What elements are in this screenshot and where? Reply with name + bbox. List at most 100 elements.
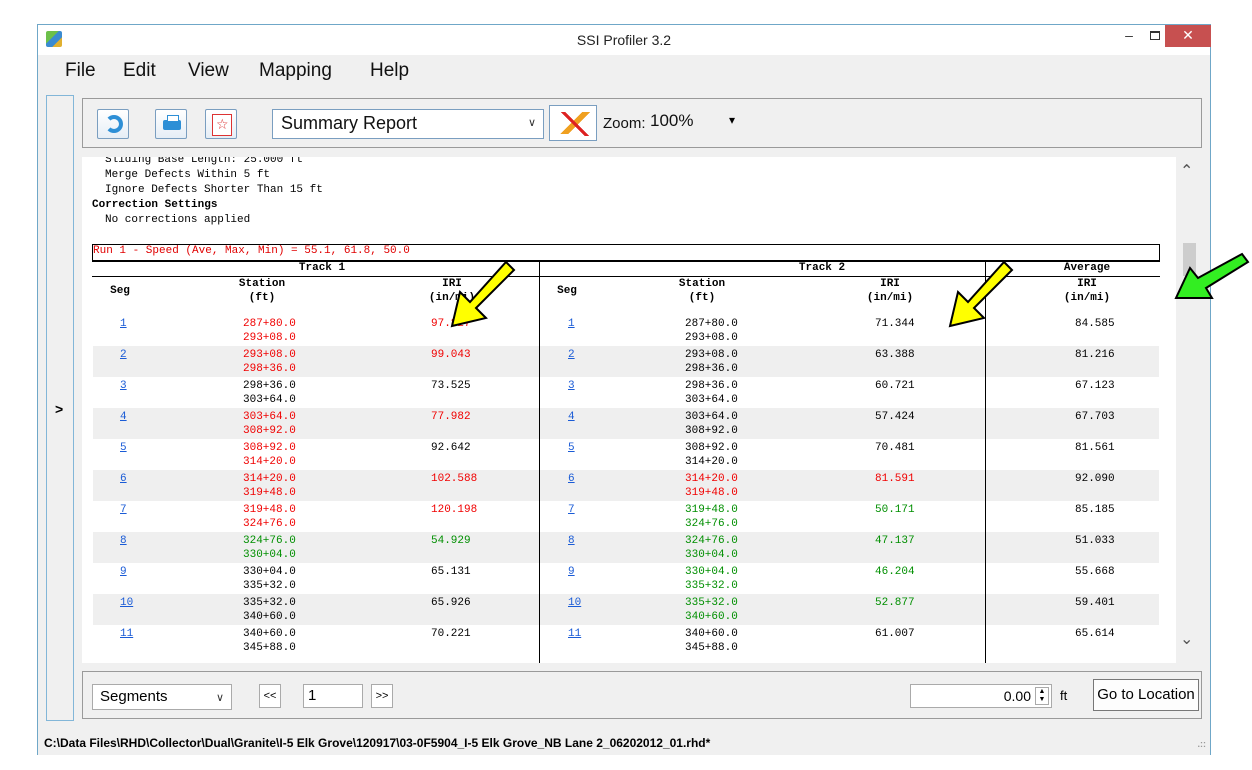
- segment-link[interactable]: 4: [120, 410, 127, 424]
- window-title: SSI Profiler 3.2: [576, 32, 672, 48]
- menu-mapping[interactable]: Mapping: [259, 60, 332, 82]
- report-view[interactable]: Sliding Base Length: 25.000 ft Merge Def…: [82, 157, 1176, 663]
- report-settings-button[interactable]: [549, 105, 597, 141]
- table-row: 9 330+04.0 335+32.0 65.131 9 330+04.0 335+32.0…: [93, 563, 1159, 594]
- segment-link[interactable]: 5: [120, 441, 127, 455]
- segment-link[interactable]: 11: [120, 627, 133, 641]
- track1-station-start: 340+60.0: [243, 628, 296, 640]
- status-bar: C:\Data Files\RHD\Collector\Dual\Granite…: [38, 729, 1210, 755]
- segment-link[interactable]: 6: [120, 472, 127, 486]
- segment-link[interactable]: 1: [568, 317, 575, 331]
- track2-iri: 52.877: [875, 597, 915, 609]
- segment-link[interactable]: 1: [120, 317, 127, 331]
- track2-station-start: 335+32.0: [685, 597, 738, 609]
- segment-link[interactable]: 11: [568, 627, 581, 641]
- menu-help[interactable]: Help: [370, 60, 409, 82]
- track2-station-end: 298+36.0: [685, 363, 738, 375]
- location-value: 0.00: [1003, 688, 1031, 704]
- segment-link[interactable]: 7: [568, 503, 575, 517]
- track2-station-start: 324+76.0: [685, 535, 738, 547]
- segment-link[interactable]: 9: [120, 565, 127, 579]
- table-row: 7 319+48.0 324+76.0 120.198 7 319+48.0 324+76.…: [93, 501, 1159, 532]
- next-page-button[interactable]: >>: [371, 684, 393, 708]
- segment-link[interactable]: 8: [120, 534, 127, 548]
- segment-link[interactable]: 10: [568, 596, 581, 610]
- track1-station-end: 330+04.0: [243, 549, 296, 561]
- refresh-icon: [105, 115, 123, 133]
- expand-chevron-icon: >: [55, 401, 64, 417]
- zoom-select[interactable]: 100%: [647, 111, 717, 135]
- average-iri: 55.668: [1075, 566, 1115, 578]
- table-row: 5 308+92.0 314+20.0 92.642 5 308+92.0 314+20.0…: [93, 439, 1159, 470]
- menu-view[interactable]: View: [188, 60, 229, 82]
- table-row: 11 340+60.0 345+88.0 70.221 11 340+60.0 345+88…: [93, 625, 1159, 656]
- scroll-up-icon[interactable]: ⌃: [1180, 161, 1193, 181]
- report-type-select[interactable]: Summary Report ∨: [272, 109, 544, 139]
- zoom-label: Zoom:: [603, 115, 646, 132]
- location-unit: ft: [1060, 688, 1068, 703]
- export-pdf-button[interactable]: [205, 109, 237, 139]
- track1-station-end: 319+48.0: [243, 487, 296, 499]
- track2-iri: 70.481: [875, 442, 915, 454]
- track1-station-start: 287+80.0: [243, 318, 296, 330]
- segment-link[interactable]: 3: [568, 379, 575, 393]
- report-type-value: Summary Report: [281, 113, 418, 133]
- track1-station-start: 330+04.0: [243, 566, 296, 578]
- segment-link[interactable]: 8: [568, 534, 575, 548]
- track2-station-end: 335+32.0: [685, 580, 738, 592]
- track2-station-end: 340+60.0: [685, 611, 738, 623]
- track-divider: [539, 261, 540, 663]
- segment-link[interactable]: 10: [120, 596, 133, 610]
- average-iri: 51.033: [1075, 535, 1115, 547]
- header-seg: Seg: [110, 285, 130, 297]
- minimize-button[interactable]: –: [1116, 25, 1142, 47]
- average-iri: 85.185: [1075, 504, 1115, 516]
- zoom-dropdown-icon[interactable]: ▾: [729, 113, 735, 127]
- resize-grip-icon[interactable]: .::: [1198, 739, 1207, 749]
- navigation-mode-select[interactable]: Segments ∨: [92, 684, 232, 710]
- report-line: Ignore Defects Shorter Than 15 ft: [105, 184, 323, 196]
- track2-station-end: 314+20.0: [685, 456, 738, 468]
- menu-edit[interactable]: Edit: [123, 60, 156, 82]
- track1-iri: 102.588: [431, 473, 478, 485]
- close-button[interactable]: ✕: [1165, 25, 1211, 47]
- header-average: Average: [1063, 262, 1111, 274]
- track2-station-start: 314+20.0: [685, 473, 738, 485]
- print-button[interactable]: [155, 109, 187, 139]
- menu-file[interactable]: File: [65, 60, 96, 82]
- segment-link[interactable]: 6: [568, 472, 575, 486]
- go-to-location-button[interactable]: Go to Location: [1093, 679, 1199, 711]
- track1-station-end: 324+76.0: [243, 518, 296, 530]
- track1-station-start: 319+48.0: [243, 504, 296, 516]
- segment-link[interactable]: 7: [120, 503, 127, 517]
- side-panel-toggle[interactable]: >: [46, 95, 74, 721]
- scroll-down-icon[interactable]: ⌄: [1180, 629, 1193, 649]
- previous-page-button[interactable]: <<: [259, 684, 281, 708]
- header-track1: Track 1: [298, 262, 346, 274]
- title-bar[interactable]: SSI Profiler 3.2 – ✕: [38, 25, 1211, 55]
- segment-link[interactable]: 2: [568, 348, 575, 362]
- segment-link[interactable]: 2: [120, 348, 127, 362]
- refresh-button[interactable]: [97, 109, 129, 139]
- header-iri: IRI: [1077, 278, 1097, 290]
- track1-iri: 99.043: [431, 349, 471, 361]
- track1-station-end: 303+64.0: [243, 394, 296, 406]
- track1-station-end: 345+88.0: [243, 642, 296, 654]
- vertical-scrollbar[interactable]: ⌃ ⌄: [1176, 157, 1202, 663]
- track2-station-end: 308+92.0: [685, 425, 738, 437]
- segment-link[interactable]: 4: [568, 410, 575, 424]
- track1-station-start: 298+36.0: [243, 380, 296, 392]
- track1-iri: 65.926: [431, 597, 471, 609]
- location-input[interactable]: 0.00 ▲ ▼: [910, 684, 1052, 708]
- table-row: 3 298+36.0 303+64.0 73.525 3 298+36.0 303+64.0…: [93, 377, 1159, 408]
- header-seg: Seg: [557, 285, 577, 297]
- table-row: 2 293+08.0 298+36.0 99.043 2 293+08.0 298+36.0…: [93, 346, 1159, 377]
- yellow-arrow-icon: [450, 260, 516, 328]
- segment-link[interactable]: 3: [120, 379, 127, 393]
- average-iri: 65.614: [1075, 628, 1115, 640]
- segment-link[interactable]: 9: [568, 565, 575, 579]
- location-spinner[interactable]: ▲ ▼: [1035, 687, 1049, 705]
- page-number-input[interactable]: 1: [303, 684, 363, 708]
- segment-link[interactable]: 5: [568, 441, 575, 455]
- table-row: 10 335+32.0 340+60.0 65.926 10 335+32.0 340+60…: [93, 594, 1159, 625]
